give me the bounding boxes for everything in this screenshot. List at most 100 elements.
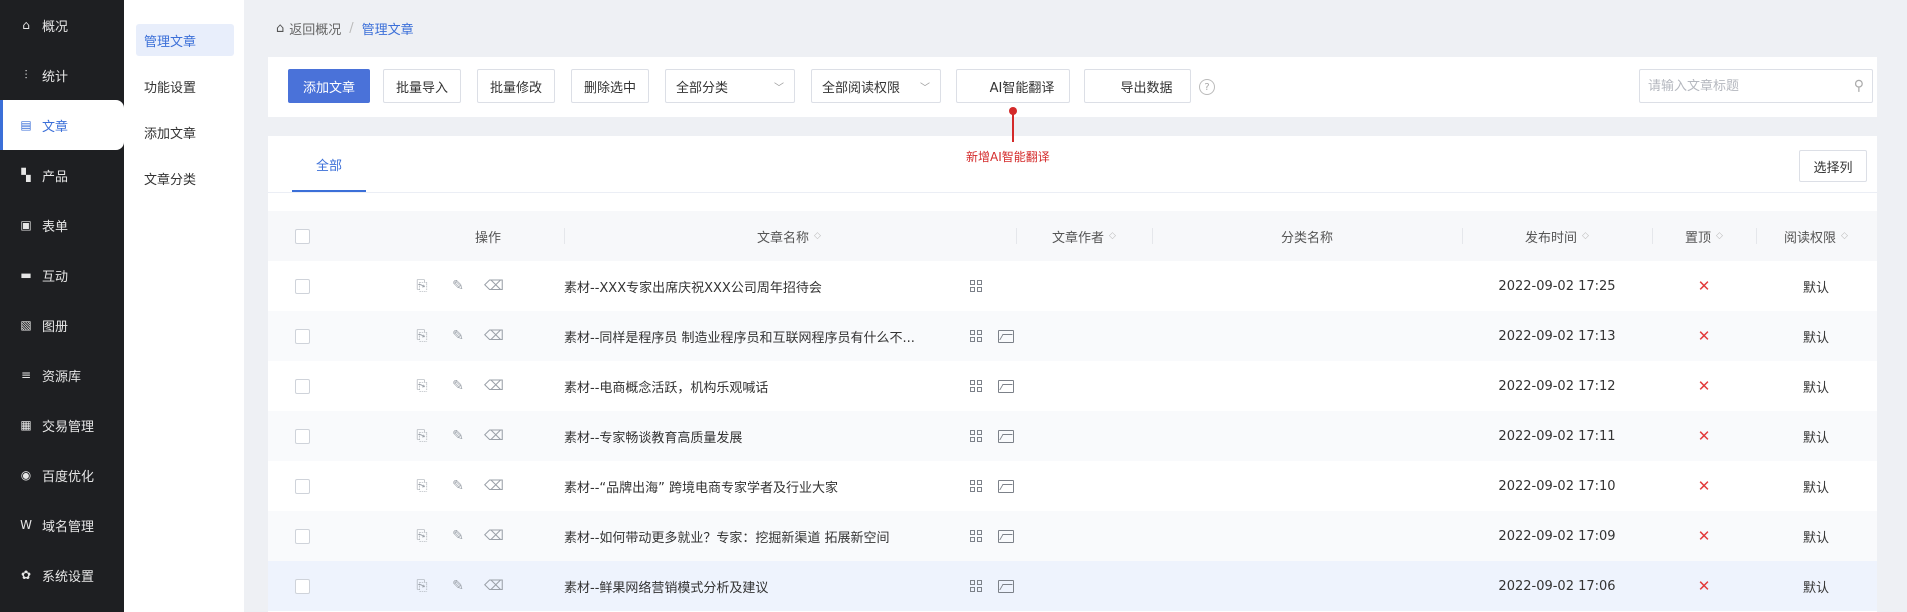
edit-icon[interactable]: ✎	[450, 478, 466, 494]
delete-icon[interactable]: ⌫	[484, 328, 504, 344]
preview-icon[interactable]: ⎘	[414, 528, 430, 544]
annotation-line	[1012, 114, 1014, 142]
th-title[interactable]: 文章名称 ◇	[564, 211, 1014, 261]
sidebar-item-8[interactable]: ▦ 交易管理	[0, 400, 124, 450]
sidebar-item-1[interactable]: ⫶ 统计	[0, 50, 124, 100]
category-select[interactable]: 全部分类 ﹀	[665, 69, 795, 103]
row-checkbox[interactable]	[294, 428, 310, 444]
row-title[interactable]: 素材--“品牌出海” 跨境电商专家学者及行业大家	[564, 461, 954, 511]
permission-select[interactable]: 全部阅读权限 ﹀	[811, 69, 941, 103]
th-date[interactable]: 发布时间 ◇	[1462, 211, 1652, 261]
subnav-item-0[interactable]: 管理文章	[136, 24, 234, 56]
qrcode-icon[interactable]	[970, 580, 982, 592]
edit-icon[interactable]: ✎	[450, 528, 466, 544]
select-all-checkbox[interactable]	[294, 228, 310, 244]
preview-icon[interactable]: ⎘	[414, 278, 430, 294]
row-top-toggle[interactable]: ✕	[1652, 411, 1756, 461]
table-row: ⎘ ✎ ⌫ 素材--“品牌出海” 跨境电商专家学者及行业大家 2022-09-02 17…	[268, 461, 1877, 511]
help-icon[interactable]: ?	[1199, 79, 1215, 95]
row-top-toggle[interactable]: ✕	[1652, 461, 1756, 511]
sidebar-item-2[interactable]: ▤ 文章	[0, 100, 124, 150]
preview-icon[interactable]: ⎘	[414, 478, 430, 494]
qrcode-icon[interactable]	[970, 480, 982, 492]
th-perm[interactable]: 阅读权限 ◇	[1756, 211, 1876, 261]
preview-icon[interactable]: ⎘	[414, 328, 430, 344]
qrcode-icon[interactable]	[970, 380, 982, 392]
sidebar-item-10[interactable]: W 域名管理	[0, 500, 124, 550]
delete-icon[interactable]: ⌫	[484, 528, 504, 544]
batch-edit-button[interactable]: 批量修改	[477, 69, 555, 103]
row-title-icons	[970, 361, 1050, 411]
row-top-toggle[interactable]: ✕	[1652, 261, 1756, 311]
export-data-button[interactable]: 导出数据	[1084, 69, 1191, 103]
row-checkbox[interactable]	[294, 378, 310, 394]
sidebar-item-0[interactable]: ⌂ 概况	[0, 0, 124, 50]
preview-icon[interactable]: ⎘	[414, 428, 430, 444]
delete-icon[interactable]: ⌫	[484, 578, 504, 594]
row-checkbox[interactable]	[294, 578, 310, 594]
row-checkbox[interactable]	[294, 528, 310, 544]
image-icon[interactable]	[998, 329, 1014, 343]
qrcode-icon[interactable]	[970, 430, 982, 442]
row-title[interactable]: 素材--电商概念活跃，机构乐观喊话	[564, 361, 954, 411]
edit-icon[interactable]: ✎	[450, 378, 466, 394]
row-checkbox[interactable]	[294, 478, 310, 494]
delete-icon[interactable]: ⌫	[484, 278, 504, 294]
row-checkbox[interactable]	[294, 278, 310, 294]
delete-icon[interactable]: ⌫	[484, 378, 504, 394]
subnav-item-1[interactable]: 功能设置	[136, 70, 234, 102]
sidebar-item-3[interactable]: ▚ 产品	[0, 150, 124, 200]
choose-columns-button[interactable]: 选择列	[1799, 150, 1867, 182]
sidebar-item-5[interactable]: ▬ 互动	[0, 250, 124, 300]
subnav-item-3[interactable]: 文章分类	[136, 162, 234, 194]
row-title[interactable]: 素材--如何带动更多就业？专家：挖掘新渠道 拓展新空间	[564, 511, 954, 561]
subnav-item-2[interactable]: 添加文章	[136, 116, 234, 148]
edit-icon[interactable]: ✎	[450, 278, 466, 294]
sidebar-item-4[interactable]: ▣ 表单	[0, 200, 124, 250]
preview-icon[interactable]: ⎘	[414, 578, 430, 594]
delete-icon[interactable]: ⌫	[484, 478, 504, 494]
row-top-toggle[interactable]: ✕	[1652, 511, 1756, 561]
th-top[interactable]: 置顶 ◇	[1652, 211, 1756, 261]
image-icon[interactable]	[998, 479, 1014, 493]
th-author[interactable]: 文章作者 ◇	[1016, 211, 1152, 261]
add-article-button[interactable]: 添加文章	[288, 69, 370, 103]
sidebar-item-label: 百度优化	[42, 469, 95, 485]
th-perm-label: 阅读权限	[1784, 230, 1837, 246]
sidebar-item-11[interactable]: ✿ 系统设置	[0, 550, 124, 600]
qrcode-icon[interactable]	[970, 530, 982, 542]
search-icon[interactable]: ⚲	[1854, 78, 1864, 94]
row-title[interactable]: 素材--鲜果网络营销模式分析及建议	[564, 561, 954, 611]
row-title-icons	[970, 461, 1050, 511]
home-icon[interactable]: ⌂	[276, 21, 284, 36]
sidebar-item-label: 交易管理	[42, 419, 95, 435]
row-checkbox[interactable]	[294, 328, 310, 344]
edit-icon[interactable]: ✎	[450, 428, 466, 444]
search-input[interactable]	[1648, 78, 1854, 94]
qrcode-icon[interactable]	[970, 280, 982, 292]
row-title[interactable]: 素材--专家畅谈教育高质量发展	[564, 411, 954, 461]
sidebar-item-6[interactable]: ▧ 图册	[0, 300, 124, 350]
qrcode-icon[interactable]	[970, 330, 982, 342]
delete-icon[interactable]: ⌫	[484, 428, 504, 444]
edit-icon[interactable]: ✎	[450, 578, 466, 594]
row-title[interactable]: 素材--同样是程序员 制造业程序员和互联网程序员有什么不...	[564, 311, 954, 361]
delete-selected-button[interactable]: 删除选中	[571, 69, 649, 103]
tab-bar: 全部	[292, 136, 367, 192]
row-title[interactable]: 素材--XXX专家出席庆祝XXX公司周年招待会	[564, 261, 954, 311]
row-top-toggle[interactable]: ✕	[1652, 561, 1756, 611]
image-icon[interactable]	[998, 529, 1014, 543]
image-icon[interactable]	[998, 429, 1014, 443]
preview-icon[interactable]: ⎘	[414, 378, 430, 394]
ai-translate-button[interactable]: AI智能翻译	[956, 69, 1070, 103]
sidebar-item-7[interactable]: ≡ 资源库	[0, 350, 124, 400]
tab-all[interactable]: 全部	[292, 136, 367, 192]
edit-icon[interactable]: ✎	[450, 328, 466, 344]
image-icon[interactable]	[998, 579, 1014, 593]
sidebar-item-9[interactable]: ◉ 百度优化	[0, 450, 124, 500]
row-top-toggle[interactable]: ✕	[1652, 361, 1756, 411]
batch-import-button[interactable]: 批量导入	[383, 69, 461, 103]
breadcrumb-back-link[interactable]: 返回概况	[289, 19, 341, 38]
row-top-toggle[interactable]: ✕	[1652, 311, 1756, 361]
image-icon[interactable]	[998, 379, 1014, 393]
